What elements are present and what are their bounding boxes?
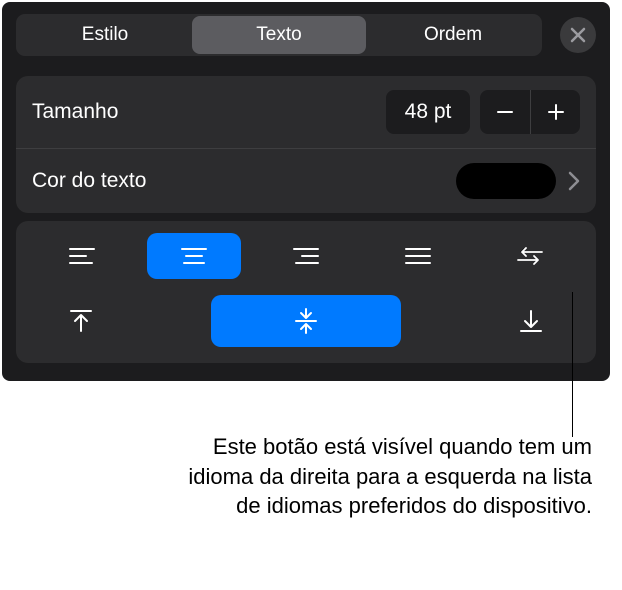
tab-style[interactable]: Estilo — [18, 16, 192, 54]
callout-leader-line — [572, 292, 573, 437]
alignment-group — [16, 221, 596, 363]
callout-text: Este botão está visível quando tem um id… — [182, 432, 592, 521]
text-color-row[interactable]: Cor do texto — [16, 148, 596, 213]
text-direction-rtl-button[interactable] — [483, 233, 577, 279]
panel-header: Estilo Texto Ordem — [2, 2, 610, 68]
vertical-alignment-row — [16, 287, 596, 359]
align-left-button[interactable] — [35, 233, 129, 279]
align-center-icon — [180, 246, 208, 266]
align-middle-button[interactable] — [211, 295, 401, 347]
increase-size-button[interactable] — [530, 90, 580, 134]
tab-order[interactable]: Ordem — [366, 16, 540, 54]
align-bottom-button[interactable] — [496, 295, 566, 347]
chevron-right-icon — [568, 171, 580, 191]
align-center-button[interactable] — [147, 233, 241, 279]
align-top-button[interactable] — [46, 295, 116, 347]
align-right-button[interactable] — [259, 233, 353, 279]
align-right-icon — [292, 246, 320, 266]
close-icon — [570, 27, 586, 43]
minus-icon — [495, 102, 515, 122]
align-justify-button[interactable] — [371, 233, 465, 279]
close-button[interactable] — [560, 17, 596, 53]
text-properties-group: Tamanho Cor do texto — [16, 76, 596, 213]
text-color-label: Cor do texto — [32, 169, 456, 193]
align-top-icon — [67, 307, 95, 335]
size-input[interactable] — [386, 90, 470, 134]
format-panel: Estilo Texto Ordem Tamanho — [2, 2, 610, 381]
align-bottom-icon — [517, 307, 545, 335]
align-justify-icon — [404, 246, 432, 266]
align-left-icon — [68, 246, 96, 266]
bidirectional-arrows-icon — [516, 246, 544, 266]
align-middle-icon — [292, 307, 320, 335]
tab-text[interactable]: Texto — [192, 16, 366, 54]
size-row: Tamanho — [16, 76, 596, 148]
plus-icon — [546, 102, 566, 122]
horizontal-alignment-row — [16, 225, 596, 287]
decrease-size-button[interactable] — [480, 90, 530, 134]
size-label: Tamanho — [32, 100, 386, 124]
color-swatch — [456, 163, 556, 199]
size-stepper — [480, 90, 580, 134]
tabs-segmented-control: Estilo Texto Ordem — [16, 14, 542, 56]
